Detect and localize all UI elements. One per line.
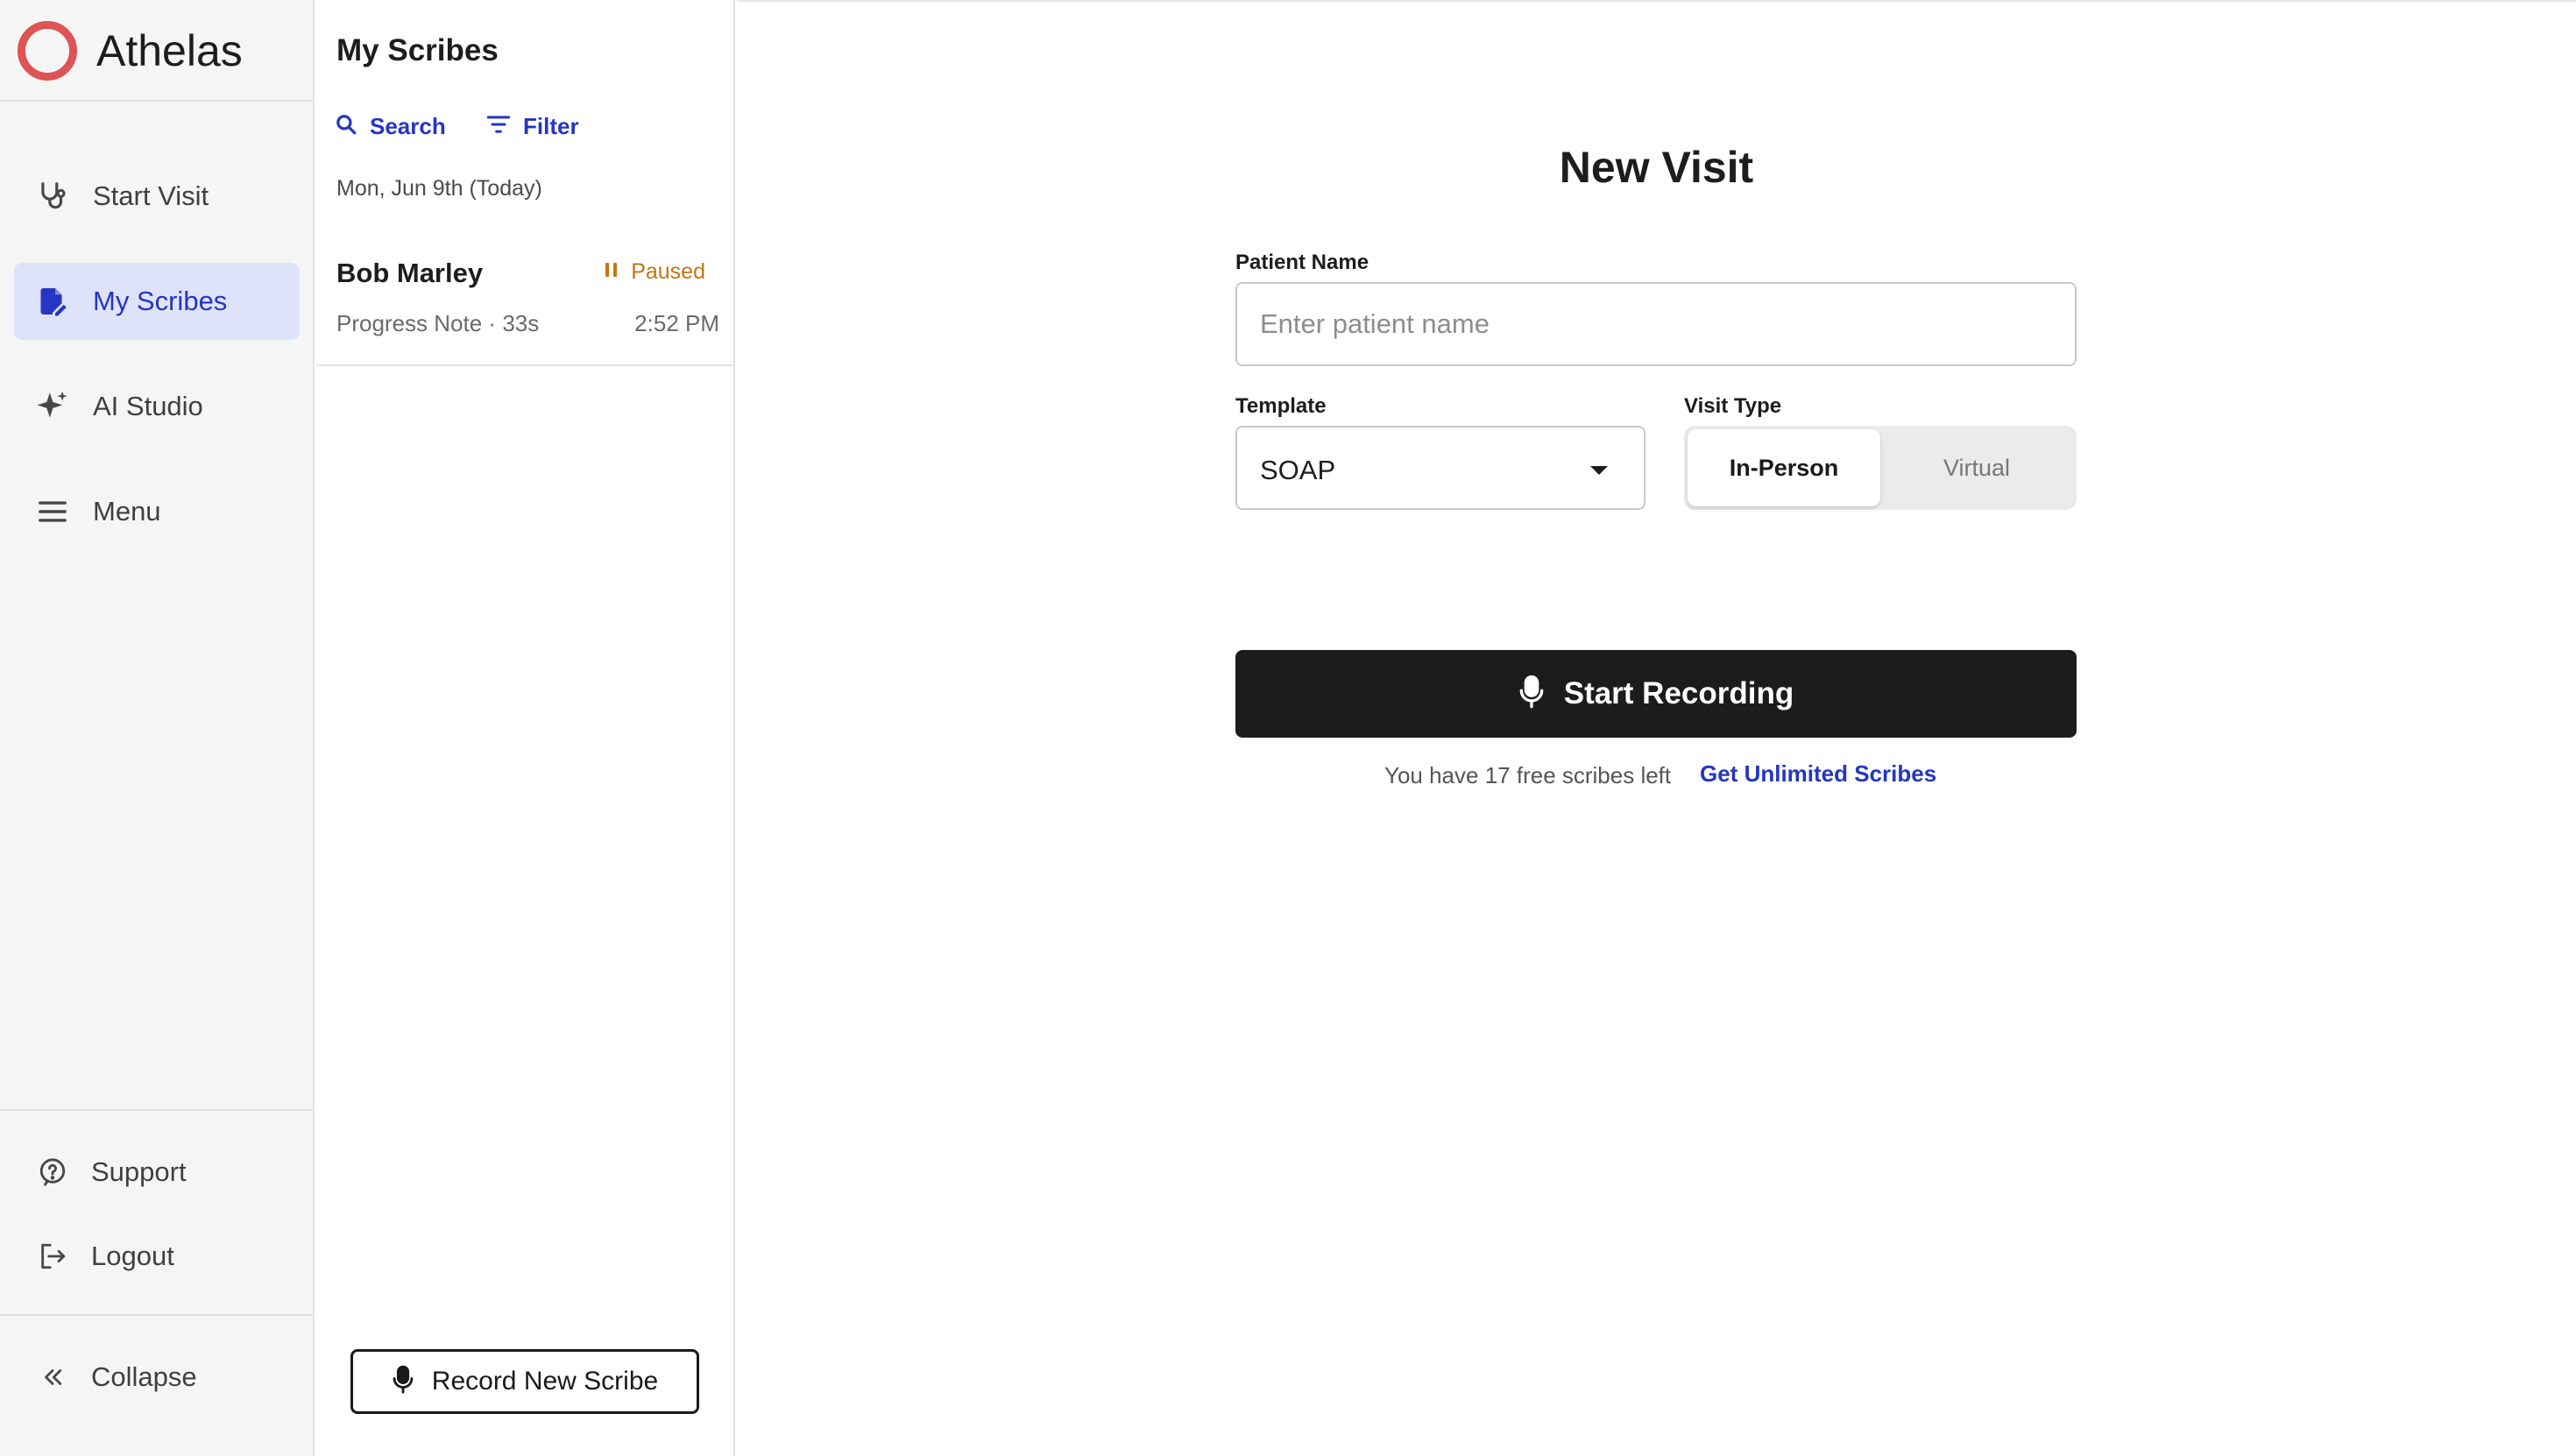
status-badge: Paused (605, 259, 705, 285)
nav-label-support: Support (91, 1156, 187, 1187)
logout-icon (35, 1239, 70, 1274)
new-visit-panel: New Visit Patient Name Template SOAP Vis… (737, 0, 2576, 1456)
nav-item-my-scribes[interactable]: My Scribes (14, 263, 300, 340)
scribes-panel: My Scribes Search Filter Mon, Jun 9th (T… (316, 0, 735, 1456)
sidebar: Athelas Start Visit My Scribes AI Studio… (0, 0, 315, 1456)
sparkle-icon (35, 389, 70, 424)
visit-type-in-person[interactable]: In-Person (1688, 429, 1880, 506)
nav-divider (0, 1109, 315, 1111)
date-heading: Mon, Jun 9th (Today) (336, 176, 542, 201)
document-edit-icon (35, 284, 70, 319)
nav-item-support[interactable]: Support (14, 1134, 300, 1211)
filter-label: Filter (523, 112, 579, 139)
nav-label-menu: Menu (93, 496, 161, 527)
template-label: Template (1235, 394, 1327, 418)
athelas-logo-icon (18, 21, 77, 81)
scribe-duration: 33s (502, 310, 540, 336)
visit-type-label: Visit Type (1684, 394, 1782, 418)
start-recording-button[interactable]: Start Recording (1235, 650, 2077, 738)
nav-item-logout[interactable]: Logout (14, 1218, 300, 1295)
nav-label-logout: Logout (91, 1240, 174, 1271)
meta-separator: · (488, 310, 497, 336)
search-icon (335, 113, 357, 140)
scribe-meta: Progress Note · 33s (336, 310, 539, 337)
scribe-note-type: Progress Note (336, 310, 483, 336)
nav-label-collapse: Collapse (91, 1361, 197, 1392)
nav-label-ai-studio: AI Studio (93, 391, 203, 421)
microphone-icon (1518, 675, 1545, 714)
microphone-icon (392, 1365, 414, 1399)
record-new-scribe-button[interactable]: Record New Scribe (350, 1349, 699, 1414)
nav-label-my-scribes: My Scribes (93, 286, 228, 316)
start-recording-label: Start Recording (1563, 676, 1794, 710)
panel-title: My Scribes (336, 33, 499, 67)
hamburger-menu-icon (35, 494, 70, 529)
caret-down-icon (1589, 464, 1609, 480)
page-title: New Visit (1559, 143, 1754, 192)
visit-type-toggle: In-Person Virtual (1684, 426, 2077, 510)
brand-name: Athelas (96, 26, 243, 75)
filter-button[interactable]: Filter (486, 109, 579, 144)
stethoscope-icon (35, 179, 70, 214)
scribe-list-item[interactable]: Bob Marley Paused Progress Note · 33s 2:… (316, 237, 733, 366)
free-scribes-remaining: You have 17 free scribes left (1384, 762, 1672, 788)
search-button[interactable]: Search (335, 109, 446, 144)
nav-item-collapse[interactable]: Collapse (14, 1339, 300, 1416)
nav-item-ai-studio[interactable]: AI Studio (14, 368, 300, 445)
search-label: Search (370, 112, 446, 139)
scribe-patient-name: Bob Marley (336, 258, 484, 288)
status-label: Paused (631, 259, 705, 284)
nav-divider (0, 100, 315, 102)
nav-divider (0, 1314, 315, 1316)
scribe-time: 2:52 PM (634, 310, 719, 336)
record-new-scribe-label: Record New Scribe (431, 1367, 659, 1396)
filter-icon (486, 114, 511, 139)
nav-item-menu[interactable]: Menu (14, 473, 300, 550)
patient-name-input[interactable] (1235, 282, 2077, 366)
pause-icon (605, 261, 619, 283)
double-chevron-left-icon (35, 1360, 70, 1395)
template-select[interactable]: SOAP (1235, 426, 1645, 510)
get-unlimited-scribes-link[interactable]: Get Unlimited Scribes (1700, 760, 1936, 788)
nav-label-start-visit: Start Visit (93, 180, 209, 211)
brand[interactable]: Athelas (18, 18, 243, 84)
nav-item-start-visit[interactable]: Start Visit (14, 158, 300, 235)
patient-name-label: Patient Name (1235, 251, 1369, 274)
template-selected-value: SOAP (1260, 455, 1336, 485)
help-circle-icon (35, 1155, 70, 1190)
visit-type-virtual[interactable]: Virtual (1880, 429, 2073, 506)
